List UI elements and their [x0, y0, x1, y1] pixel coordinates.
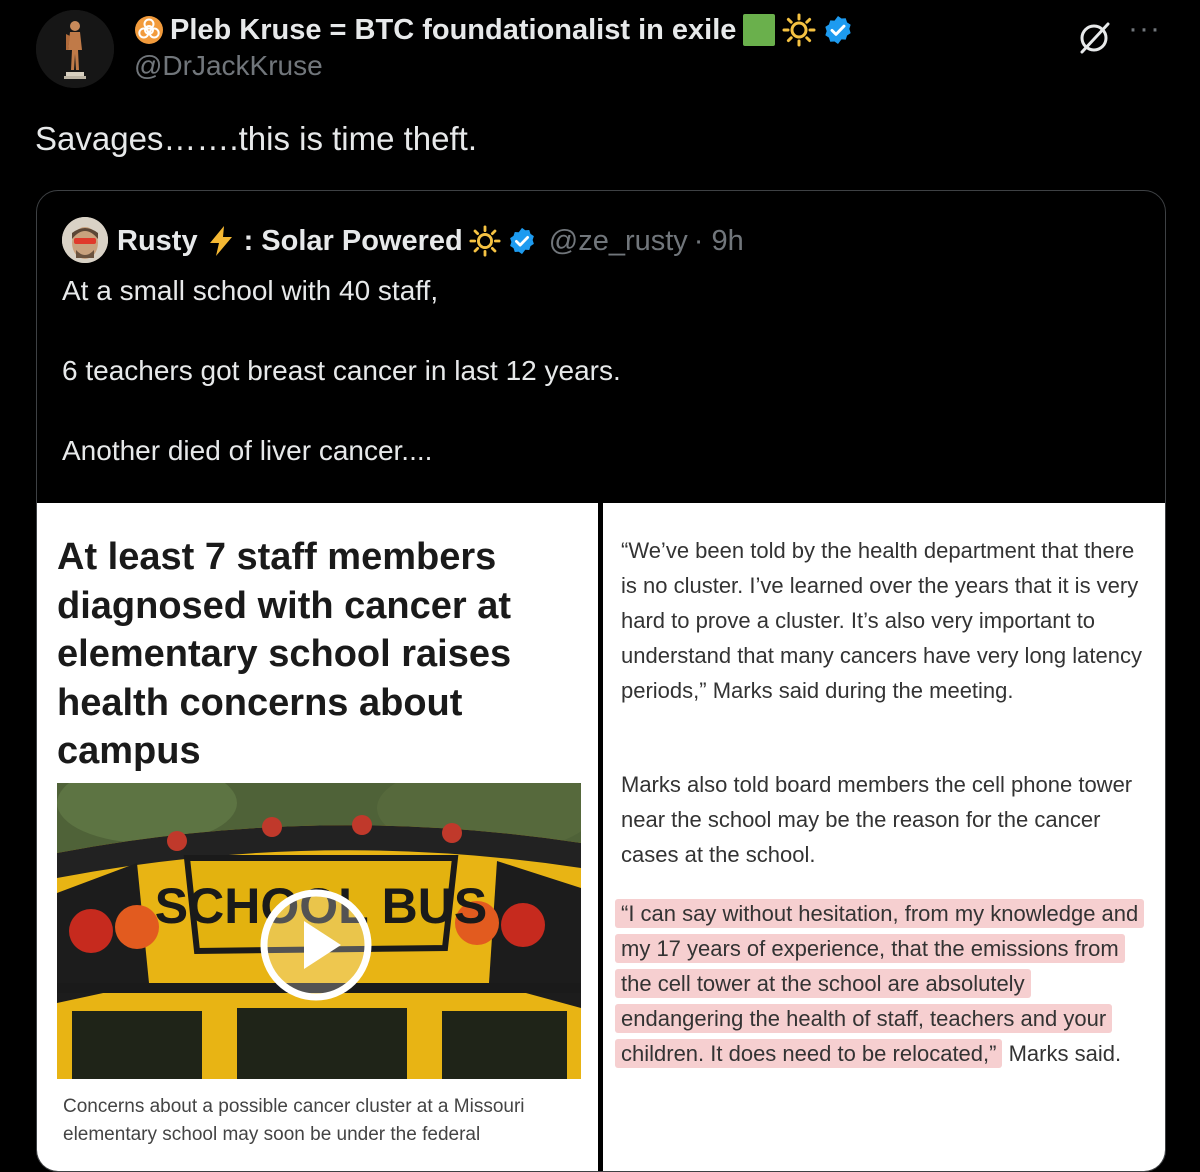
article-paragraph: “We’ve been told by the health departmen…: [621, 538, 1142, 703]
article-image-left[interactable]: At least 7 staff members diagnosed with …: [37, 503, 598, 1171]
quoted-header[interactable]: Rusty : Solar Powered @ze_rusty · 9h: [117, 219, 744, 263]
author-handle[interactable]: @DrJackKruse: [134, 50, 323, 82]
verified-badge-icon: [509, 227, 534, 255]
article-caption: Concerns about a possible cancer cluster…: [63, 1096, 525, 1145]
grok-icon[interactable]: [1074, 18, 1114, 58]
more-options-icon[interactable]: ···: [1128, 12, 1161, 46]
article-headline: At least 7 staff members diagnosed with …: [57, 536, 512, 772]
green-square-icon: [743, 14, 776, 46]
author-avatar[interactable]: [36, 10, 114, 88]
quoted-text-line: At a small school with 40 staff,: [62, 275, 439, 306]
biohazard-icon: [135, 16, 163, 44]
statue-avatar-image: [36, 10, 114, 88]
quoted-text-line: Another died of liver cancer....: [62, 435, 433, 466]
quoted-handle: @ze_rusty: [548, 224, 688, 257]
quoted-tweet-card[interactable]: Rusty : Solar Powered @ze_rusty · 9h At …: [36, 190, 1166, 1172]
quoted-text-line: 6 teachers got breast cancer in last 12 …: [62, 355, 621, 386]
article-paragraph: Marks also told board members the cell p…: [621, 772, 1133, 867]
author-name-line[interactable]: Pleb Kruse = BTC foundationalist in exil…: [134, 10, 854, 50]
quoted-author-name: Rusty: [117, 224, 198, 257]
author-display-name: Pleb Kruse = BTC foundationalist in exil…: [170, 13, 737, 46]
quote-attribution: Marks said.: [1002, 1041, 1122, 1066]
tweet-text: Savages…….this is time theft.: [35, 120, 478, 157]
lightning-icon: [209, 226, 232, 256]
sun-icon: [782, 13, 816, 47]
video-play-icon[interactable]: [259, 888, 373, 1002]
quoted-author-avatar[interactable]: [62, 217, 108, 263]
avatar-face-image: [62, 217, 108, 263]
quoted-timestamp: · 9h: [693, 224, 744, 257]
sun-icon: [469, 225, 501, 257]
article-paragraph-highlighted: “I can say without hesitation, from my k…: [615, 896, 1151, 1071]
article-image-right[interactable]: “We’ve been told by the health departmen…: [603, 503, 1165, 1171]
verified-badge-icon: [825, 16, 852, 44]
quoted-name-suffix: : Solar Powered: [243, 224, 463, 257]
